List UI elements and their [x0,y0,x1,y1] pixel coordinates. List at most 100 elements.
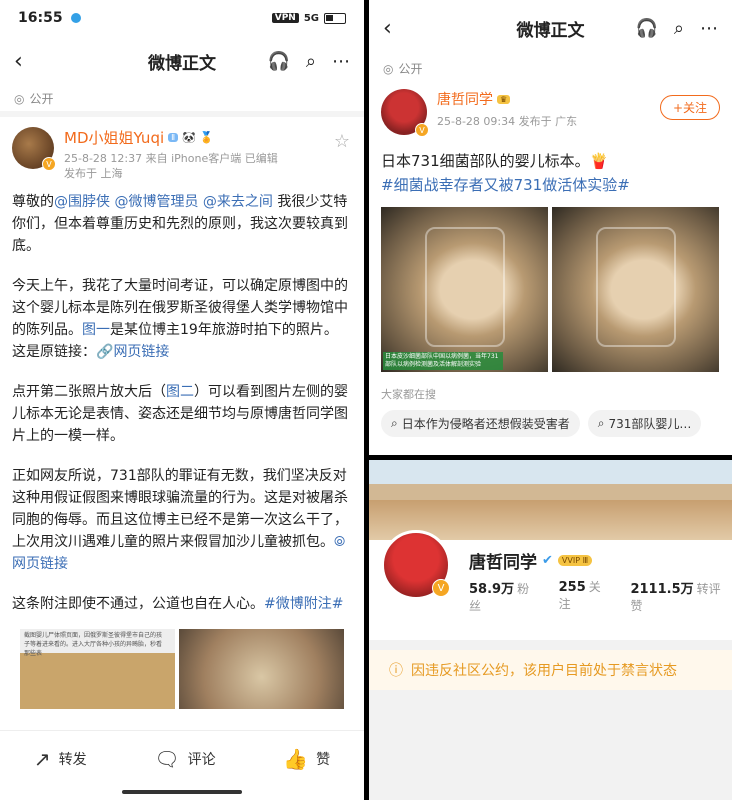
follow-button[interactable]: +关注 [659,95,720,120]
post-sentence: 日本731细菌部队的婴儿标本。 [381,152,590,170]
banned-notice: ⓘ 因违反社区公约，该用户目前处于禁言状态 [369,650,732,690]
trending-chip[interactable]: ⌕ 731部队婴儿… [587,410,702,437]
more-icon[interactable]: ⋯ [700,18,718,39]
text: 点开第二张照片放大后（ [12,384,166,400]
trending-chips: ⌕ 日本作为侵略者还想假装受害者 ⌕ 731部队婴儿… [369,408,732,439]
search-icon[interactable]: ⌕ [306,51,316,72]
favorite-star-icon[interactable]: ☆ [334,131,350,152]
nav-icons: 🎧 ⌕ ⋯ [267,51,350,72]
thumbnail-caption: 截图婴儿尸体照页面，因俄罗斯圣彼得堡市自己的孩子等着进来看的。进入大厅各种小孩的… [24,632,163,657]
banned-text: 因违反社区公约，该用户目前处于禁言状态 [411,663,677,679]
right-bottom-screenshot: V 唐哲同学 ✔ VVIP Ⅲ 58.9万 粉丝 255 关注 2111.5万 转评赞… [369,460,732,800]
level-badge-icon: Ⅱ [168,133,179,142]
image-one-link[interactable]: 图一 [82,322,110,338]
image-2[interactable] [552,207,719,372]
web-link-label: 网页链接 [12,556,68,572]
hashtag-link[interactable]: #微博附注# [264,596,343,612]
nav-bar: ‹ 微博正文 🎧 ⌕ ⋯ [0,36,364,86]
author-name[interactable]: MD小姐姐Yuqi [64,127,164,148]
post-meta-line1: 25-8-28 12:37 来自 iPhone客户端 已编辑 [64,152,278,165]
post-text: 日本731细菌部队的婴儿标本。🍟 #细菌战幸存者又被731做活体实验# [369,143,732,197]
warning-icon: ⓘ [389,663,403,679]
author-info: 唐哲同学 ♛ 25-8-28 09:34 发布于 广东 [437,89,577,135]
text: 是某位博主19年旅游时拍下的照片。 [110,322,338,338]
post-author: V MD小姐姐Yuqi Ⅱ 🐼 🏅 25-8-28 12:37 来自 iPhon… [0,117,364,187]
comment-button[interactable]: 🗨 评论 [154,747,215,771]
back-arrow-icon[interactable]: ‹ [383,16,392,41]
verified-check-icon: ✔ [542,553,553,568]
like-label: 赞 [316,751,331,768]
trending-section-title: 大家都在搜 [381,388,436,401]
following-stat[interactable]: 255 关注 [559,578,613,614]
profile-name-row: 唐哲同学 ✔ VVIP Ⅲ [469,548,593,573]
nav-icons: 🎧 ⌕ ⋯ [635,18,718,39]
verified-icon: V [432,579,450,597]
globe-icon: ◎ [14,91,25,106]
reposts-count: 2111.5万 [630,582,694,597]
battery-icon [324,12,346,24]
app-indicator-icon [70,13,81,23]
search-icon: ⌕ [391,416,398,430]
visibility-label: ◎ 公开 [369,56,732,81]
avatar[interactable]: V [12,127,56,171]
avatar[interactable]: V [381,530,451,600]
post-meta: 25-8-28 12:37 来自 iPhone客户端 已编辑 发布于 上海 [64,151,278,181]
listen-icon[interactable]: 🎧 [635,18,657,39]
verified-icon: V [415,123,429,137]
like-button[interactable]: 👍 赞 [283,747,330,771]
visibility-text: 公开 [398,62,423,76]
search-icon: ⌕ [597,416,605,430]
image-thumbnail-1[interactable]: 截图婴儿尸体照页面，因俄罗斯圣彼得堡市自己的孩子等着进来看的。进入大厅各种小孩的… [20,629,176,709]
vpn-badge: VPN [271,13,299,23]
search-icon[interactable]: ⌕ [674,18,684,39]
following-count: 255 [558,580,586,595]
author-name-row: 唐哲同学 ♛ [437,89,577,109]
hashtag-link[interactable]: #细菌战幸存者又被731做活体实验# [381,176,630,194]
chip-label: 731部队婴儿… [608,417,692,431]
text: 正如网友所说，731部队的罪证有无数，我们坚决反对这种用假证假图来博眼球骗流量的… [12,468,348,550]
text: 尊敬的 [12,194,54,210]
repost-label: 转发 [58,751,87,768]
status-right: VPN 5G [271,12,346,24]
mention-links[interactable]: @围脖侠 @微博管理员 @来去之间 [54,194,273,210]
action-bar: ↗ 转发 🗨 评论 👍 赞 [0,730,364,800]
trending-chip[interactable]: ⌕ 日本作为侵略者还想假装受害者 [381,410,580,437]
avatar[interactable]: V [381,89,429,137]
web-link-label: 网页链接 [113,344,170,360]
post-images: 截图婴儿尸体照页面，因俄罗斯圣彼得堡市自己的孩子等着进来看的。进入大厅各种小孩的… [0,629,364,709]
image-thumbnail-2[interactable] [179,629,344,709]
profile-card: V 唐哲同学 ✔ VVIP Ⅲ 58.9万 粉丝 255 关注 2111.5万 转评赞 [369,530,732,640]
panda-icon: 🐼 [182,131,196,144]
jar-shape [595,227,676,347]
profile-name: 唐哲同学 [469,553,537,573]
home-indicator[interactable] [122,790,242,794]
post-body: 尊敬的@围脖侠 @微博管理员 @来去之间 我很少艾特你们，但本着尊重历史和先烈的… [0,187,364,637]
crown-badge-icon: ♛ [497,94,511,104]
text: 这是原链接： [12,344,96,360]
post-meta-line2: 发布于 上海 [64,167,123,180]
profile-banner [369,460,732,540]
verified-icon: V [42,157,56,171]
visibility-label: ◎ 公开 [0,86,364,111]
like-icon: 👍 [283,746,309,771]
author-name[interactable]: 唐哲同学 [437,89,493,109]
back-arrow-icon[interactable]: ‹ [14,49,23,74]
network-label: 5G [303,12,319,24]
post-images: 日本皮沙细菌部队中国以病例菌，当年731部队以病例检测菌及活体解剖测实验 [369,197,732,372]
vvip-badge: VVIP Ⅲ [557,555,593,566]
jar-shape [424,227,505,347]
fans-stat[interactable]: 58.9万 粉丝 [469,578,541,614]
more-icon[interactable]: ⋯ [332,51,350,72]
paragraph-5: 这条附注即使不通过，公道也自在人心。#微博附注# [12,593,352,615]
listen-icon[interactable]: 🎧 [267,51,289,72]
author-name-row: MD小姐姐Yuqi Ⅱ 🐼 🏅 [64,127,278,148]
author-info: MD小姐姐Yuqi Ⅱ 🐼 🏅 25-8-28 12:37 来自 iPhone客… [64,127,278,181]
fans-count: 58.9万 [469,582,515,597]
comment-icon: 🗨 [154,746,180,771]
repost-button[interactable]: ↗ 转发 [34,747,87,771]
comment-label: 评论 [187,751,216,768]
image-1[interactable]: 日本皮沙细菌部队中国以病例菌，当年731部队以病例检测菌及活体解剖测实验 [381,207,548,372]
web-link[interactable]: 🔗网页链接 [96,344,169,360]
image-two-link[interactable]: 图二 [166,384,194,400]
left-screenshot: 16:55 VPN 5G ‹ 微博正文 🎧 ⌕ ⋯ ◎ 公开 V MD小姐姐Yu… [0,0,364,800]
